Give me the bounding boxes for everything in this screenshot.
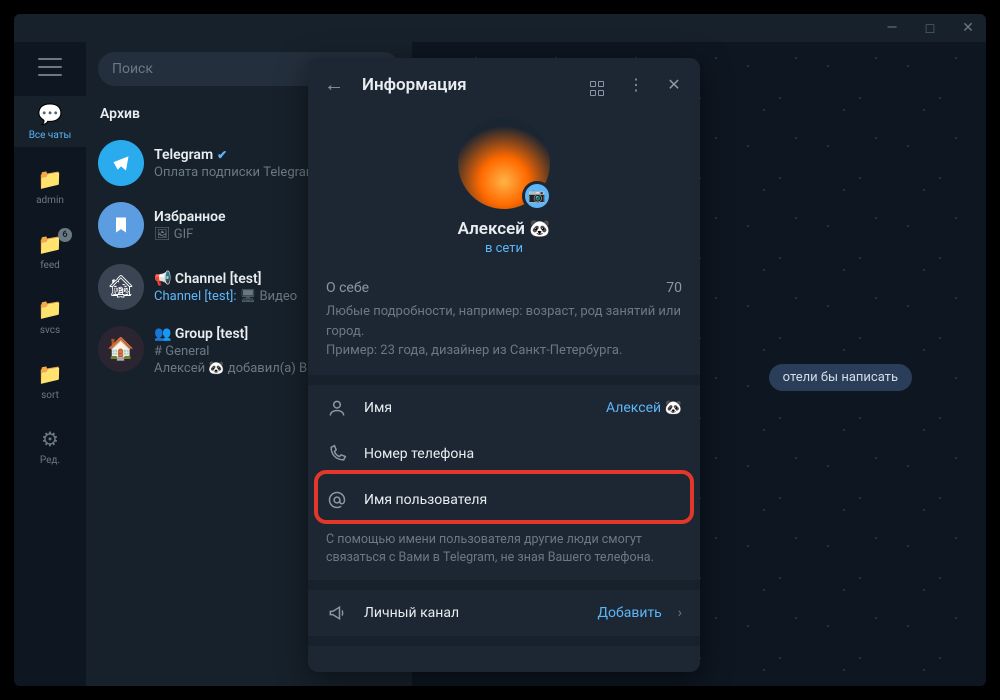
- folder-label: svcs: [40, 325, 60, 336]
- panel-title: Информация: [362, 75, 570, 95]
- avatar: 🏠: [98, 326, 144, 372]
- row-value: Алексей 🐼: [606, 400, 682, 416]
- chat-sender: Channel [test]:: [154, 289, 236, 304]
- bio-char-count: 70: [666, 280, 682, 296]
- profile-status: в сети: [485, 241, 523, 256]
- minimize-button[interactable]: —: [882, 20, 902, 36]
- folder-label: Все чаты: [29, 130, 72, 141]
- chat-preview: 🖥 Видео: [236, 289, 297, 304]
- folder-admin[interactable]: 📁 admin: [14, 161, 86, 212]
- close-panel-button[interactable]: ✕: [664, 75, 684, 94]
- compose-hint: отели бы написать: [769, 364, 912, 391]
- titlebar: — □ ✕: [14, 14, 986, 42]
- separator: [308, 636, 700, 646]
- qr-button[interactable]: [588, 72, 608, 97]
- folder-svcs[interactable]: 📁 svcs: [14, 291, 86, 342]
- personal-channel-row[interactable]: Личный канал Добавить ›: [308, 590, 700, 636]
- back-button[interactable]: ←: [324, 72, 344, 97]
- profile-name: Алексей 🐼: [458, 219, 551, 239]
- maximize-button[interactable]: □: [920, 20, 940, 37]
- row-label: Имя пользователя: [364, 492, 682, 508]
- username-row[interactable]: Имя пользователя: [308, 477, 700, 523]
- chat-title: Telegram: [154, 147, 213, 163]
- more-button[interactable]: ⋮: [626, 75, 646, 94]
- folder-icon: 📁: [38, 167, 63, 191]
- folder-label: sort: [41, 390, 59, 401]
- megaphone-icon: [326, 603, 348, 623]
- folder-icon: 📁: [38, 362, 63, 386]
- hamburger-icon: [38, 58, 62, 76]
- verified-icon: ✔: [217, 148, 227, 162]
- close-window-button[interactable]: ✕: [958, 20, 978, 36]
- avatar: [98, 140, 144, 186]
- folder-all-chats[interactable]: 💬 Все чаты: [14, 96, 86, 147]
- folder-label: Ред.: [40, 455, 60, 466]
- camera-icon: 📷: [528, 188, 545, 204]
- separator: [308, 375, 700, 385]
- folder-sort[interactable]: 📁 sort: [14, 356, 86, 407]
- name-row[interactable]: Имя Алексей 🐼: [308, 385, 700, 431]
- folder-rail: 💬 Все чаты 📁 admin 📁 6 feed 📁 svcs 📁 sor…: [14, 42, 86, 686]
- row-action: Добавить: [597, 605, 661, 621]
- chat-bubbles-icon: 💬: [38, 102, 63, 126]
- unread-badge: 6: [58, 228, 72, 242]
- row-label: Имя: [364, 400, 590, 416]
- separator: [308, 580, 700, 590]
- phone-row[interactable]: Номер телефона: [308, 431, 700, 477]
- qr-icon: [590, 81, 606, 97]
- info-panel: ← Информация ⋮ ✕ 📷 Алексей 🐼 в сети О се…: [308, 58, 700, 672]
- folder-edit-button[interactable]: ⚙ Ред.: [14, 421, 86, 472]
- folder-label: admin: [36, 195, 64, 206]
- at-icon: [326, 490, 348, 510]
- avatar: 🏚: [98, 264, 144, 310]
- profile-photo[interactable]: 📷: [458, 117, 550, 209]
- chevron-right-icon: ›: [678, 605, 682, 621]
- username-description: С помощью имени пользователя другие люди…: [308, 523, 700, 581]
- phone-icon: [326, 444, 348, 464]
- avatar: [98, 202, 144, 248]
- row-label: Номер телефона: [364, 446, 682, 462]
- person-icon: [326, 398, 348, 418]
- folder-icon: 📁: [38, 297, 63, 321]
- bio-label: О себе: [326, 280, 369, 296]
- settings-icon: ⚙: [41, 427, 59, 451]
- folder-label: feed: [40, 260, 60, 271]
- menu-button[interactable]: [14, 52, 86, 82]
- folder-feed[interactable]: 📁 6 feed: [14, 226, 86, 277]
- change-photo-button[interactable]: 📷: [522, 181, 552, 211]
- row-label: Личный канал: [364, 605, 581, 621]
- bio-hint: Любые подробности, например: возраст, ро…: [308, 302, 700, 375]
